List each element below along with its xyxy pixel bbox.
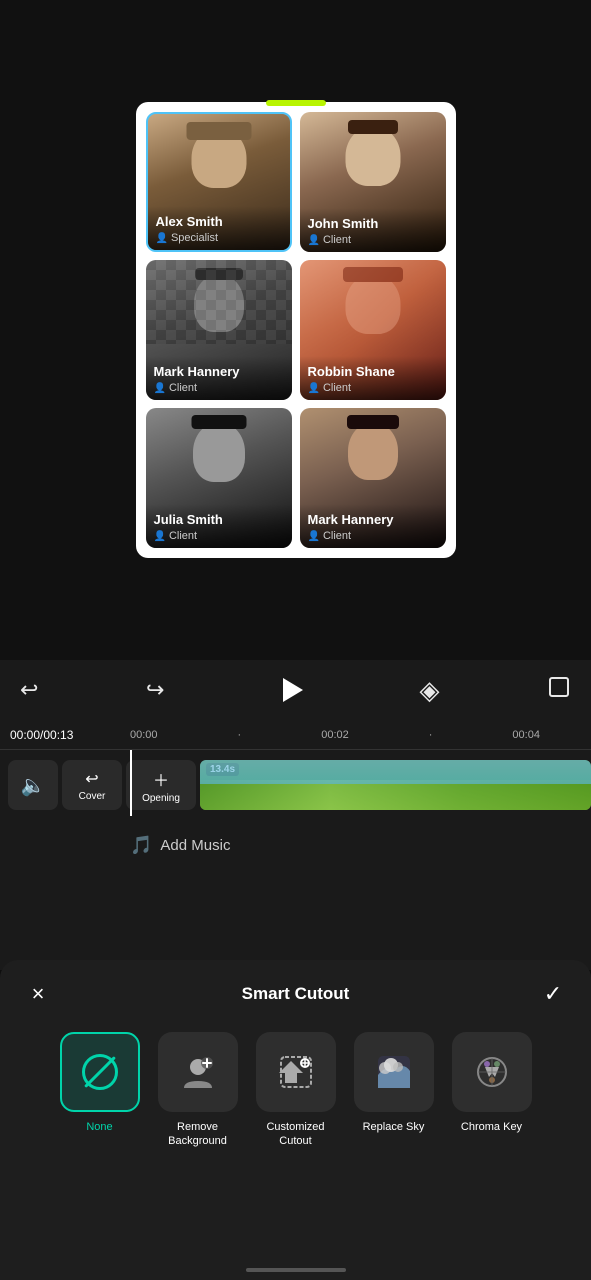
cell-role-mark2: 👤 Client: [308, 530, 438, 542]
music-icon: 🎵: [130, 835, 152, 856]
cover-label: Cover: [79, 791, 106, 802]
cell-name-john: John Smith: [308, 216, 438, 232]
cell-role-julia: 👤 Client: [154, 530, 284, 542]
replace-sky-svg: [375, 1053, 413, 1091]
add-music-label: Add Music: [160, 837, 230, 854]
time-marks: 00:00 · 00:02 · 00:04: [130, 729, 591, 741]
grid-cell-alex-smith[interactable]: Alex Smith 👤 Specialist: [146, 112, 292, 252]
cell-name-alex: Alex Smith: [156, 214, 282, 230]
plus-icon: ＋: [153, 767, 169, 791]
timeline: 00:00/00:13 00:00 · 00:02 · 00:04 🔈 ↩ Co…: [0, 720, 591, 970]
cell-label-julia: Julia Smith 👤 Client: [146, 504, 292, 548]
cell-name-mark2: Mark Hannery: [308, 512, 438, 528]
cell-name-julia: Julia Smith: [154, 512, 284, 528]
cell-name-robbin: Robbin Shane: [308, 364, 438, 380]
add-music-row[interactable]: 🎵 Add Music: [0, 820, 591, 870]
video-clip[interactable]: 13.4s: [200, 760, 591, 810]
cell-role-alex: 👤 Specialist: [156, 232, 282, 244]
person-icon-robbin: 👤: [308, 383, 320, 394]
cell-name-mark1: Mark Hannery: [154, 364, 284, 380]
option-chroma-key[interactable]: Chroma Key: [447, 1032, 537, 1149]
play-icon: [283, 678, 303, 702]
option-custom-cutout[interactable]: CustomizedCutout: [251, 1032, 341, 1149]
time-display: 00:00/00:13: [10, 728, 73, 742]
person-grid: Alex Smith 👤 Specialist John Smith 👤 Cli…: [136, 102, 456, 558]
remove-bg-icon-box: [158, 1032, 238, 1112]
grid-cell-mark-hannery-1[interactable]: Mark Hannery 👤 Client: [146, 260, 292, 400]
video-preview: Alex Smith 👤 Specialist John Smith 👤 Cli…: [0, 0, 591, 660]
option-remove-bg[interactable]: RemoveBackground: [153, 1032, 243, 1149]
option-replace-sky[interactable]: Replace Sky: [349, 1032, 439, 1149]
cell-label-mark1: Mark Hannery 👤 Client: [146, 356, 292, 400]
opening-label: Opening: [142, 793, 180, 804]
panel-header: × Smart Cutout ✓: [10, 960, 581, 1024]
grid-cell-mark-hannery-2[interactable]: Mark Hannery 👤 Client: [300, 408, 446, 548]
chroma-key-svg: [473, 1053, 511, 1091]
speaker-icon: 🔈: [21, 773, 46, 798]
time-ruler: 00:00/00:13 00:00 · 00:02 · 00:04: [0, 720, 591, 750]
timeline-tracks: 🔈 ↩ Cover ＋ Opening 13.4s: [0, 750, 591, 820]
undo-button[interactable]: ↩: [20, 677, 38, 703]
playhead: [130, 750, 132, 816]
cell-label-alex: Alex Smith 👤 Specialist: [148, 206, 290, 250]
check-button[interactable]: ✓: [535, 976, 571, 1012]
person-icon-john: 👤: [308, 235, 320, 246]
custom-cutout-icon-box: [256, 1032, 336, 1112]
cover-button[interactable]: ↩ Cover: [62, 760, 122, 810]
cell-role-robbin: 👤 Client: [308, 382, 438, 394]
grid-cell-julia-smith[interactable]: Julia Smith 👤 Client: [146, 408, 292, 548]
bottom-handle: [246, 1268, 346, 1272]
cell-role-mark1: 👤 Client: [154, 382, 284, 394]
chroma-key-icon-box: [452, 1032, 532, 1112]
grid-cell-john-smith[interactable]: John Smith 👤 Client: [300, 112, 446, 252]
opening-button[interactable]: ＋ Opening: [126, 760, 196, 810]
custom-cutout-svg: [277, 1053, 315, 1091]
cutout-options: None RemoveBackground: [10, 1024, 581, 1157]
person-icon-alex: 👤: [156, 233, 168, 244]
person-icon-mark2: 👤: [308, 531, 320, 542]
play-button[interactable]: [272, 670, 312, 710]
expand-button[interactable]: [547, 675, 571, 705]
none-icon-box: [60, 1032, 140, 1112]
grid-cell-robbin-shane[interactable]: Robbin Shane 👤 Client: [300, 260, 446, 400]
playback-controls: ↩ ↪ ◈: [0, 660, 591, 720]
cell-label-robbin: Robbin Shane 👤 Client: [300, 356, 446, 400]
cell-label-john: John Smith 👤 Client: [300, 208, 446, 252]
cell-role-john: 👤 Client: [308, 234, 438, 246]
diamond-button[interactable]: ◈: [419, 675, 439, 706]
none-label: None: [86, 1120, 112, 1134]
replace-sky-label: Replace Sky: [363, 1120, 425, 1134]
remove-bg-svg: [179, 1053, 217, 1091]
smart-cutout-panel: × Smart Cutout ✓ None: [0, 960, 591, 1280]
audio-track[interactable]: 🔈: [8, 760, 58, 810]
person-icon-mark1: 👤: [154, 383, 166, 394]
remove-bg-label: RemoveBackground: [168, 1120, 227, 1149]
option-none[interactable]: None: [55, 1032, 145, 1149]
custom-cutout-label: CustomizedCutout: [266, 1120, 324, 1149]
person-icon-julia: 👤: [154, 531, 166, 542]
panel-title: Smart Cutout: [242, 984, 350, 1004]
cover-icon: ↩: [85, 769, 98, 789]
replace-sky-icon-box: [354, 1032, 434, 1112]
close-button[interactable]: ×: [20, 976, 56, 1012]
redo-button[interactable]: ↪: [146, 677, 164, 703]
cell-label-mark2: Mark Hannery 👤 Client: [300, 504, 446, 548]
chroma-key-label: Chroma Key: [461, 1120, 522, 1134]
